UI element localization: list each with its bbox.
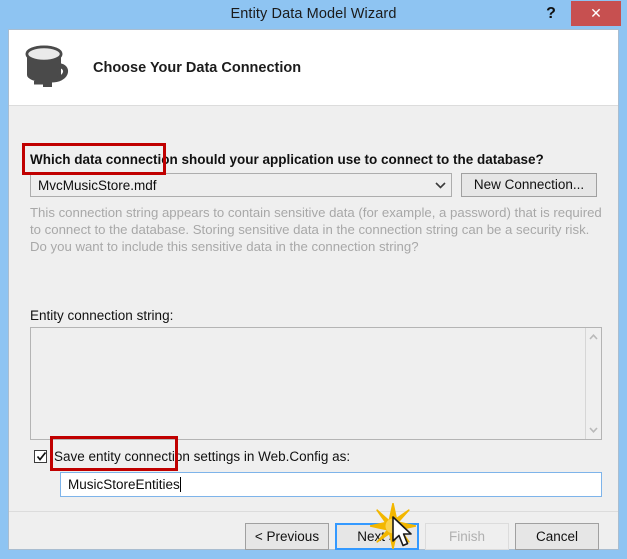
chevron-up-icon[interactable] bbox=[586, 329, 601, 345]
cancel-button[interactable]: Cancel bbox=[515, 523, 599, 550]
new-connection-button[interactable]: New Connection... bbox=[461, 173, 597, 197]
close-icon[interactable]: ✕ bbox=[571, 1, 621, 26]
database-connection-icon bbox=[21, 42, 87, 94]
sensitive-data-warning: This connection string appears to contai… bbox=[30, 205, 602, 254]
entity-connection-string-label: Entity connection string: bbox=[30, 308, 174, 323]
dialog-window: Entity Data Model Wizard ? ✕ Choose Your… bbox=[0, 0, 627, 559]
chevron-down-icon[interactable] bbox=[586, 422, 601, 438]
finish-button: Finish bbox=[425, 523, 509, 550]
entity-name-input[interactable]: MusicStoreEntities bbox=[60, 472, 602, 497]
text-caret bbox=[179, 477, 181, 492]
save-settings-label: Save entity connection settings in Web.C… bbox=[54, 449, 351, 464]
chevron-down-icon bbox=[430, 175, 450, 195]
save-settings-checkbox[interactable] bbox=[34, 450, 47, 463]
question-label: Which data connection should your applic… bbox=[30, 152, 544, 167]
entity-connection-string-textarea[interactable] bbox=[30, 327, 602, 440]
previous-button[interactable]: < Previous bbox=[245, 523, 329, 550]
dialog-content: Which data connection should your applic… bbox=[9, 106, 618, 550]
titlebar: Entity Data Model Wizard ? ✕ bbox=[0, 0, 627, 29]
entity-name-value: MusicStoreEntities bbox=[68, 477, 180, 492]
connection-combo[interactable]: MvcMusicStore.mdf bbox=[30, 173, 452, 197]
connection-combo-value: MvcMusicStore.mdf bbox=[38, 178, 157, 193]
footer-divider bbox=[9, 511, 618, 512]
textarea-scrollbar[interactable] bbox=[585, 328, 601, 439]
dialog-body: Choose Your Data Connection Which data c… bbox=[8, 29, 619, 550]
dialog-header: Choose Your Data Connection bbox=[9, 30, 618, 106]
help-icon[interactable]: ? bbox=[538, 2, 564, 26]
window-title: Entity Data Model Wizard bbox=[230, 6, 397, 22]
page-title: Choose Your Data Connection bbox=[93, 60, 302, 76]
next-button[interactable]: Next > bbox=[335, 523, 419, 550]
